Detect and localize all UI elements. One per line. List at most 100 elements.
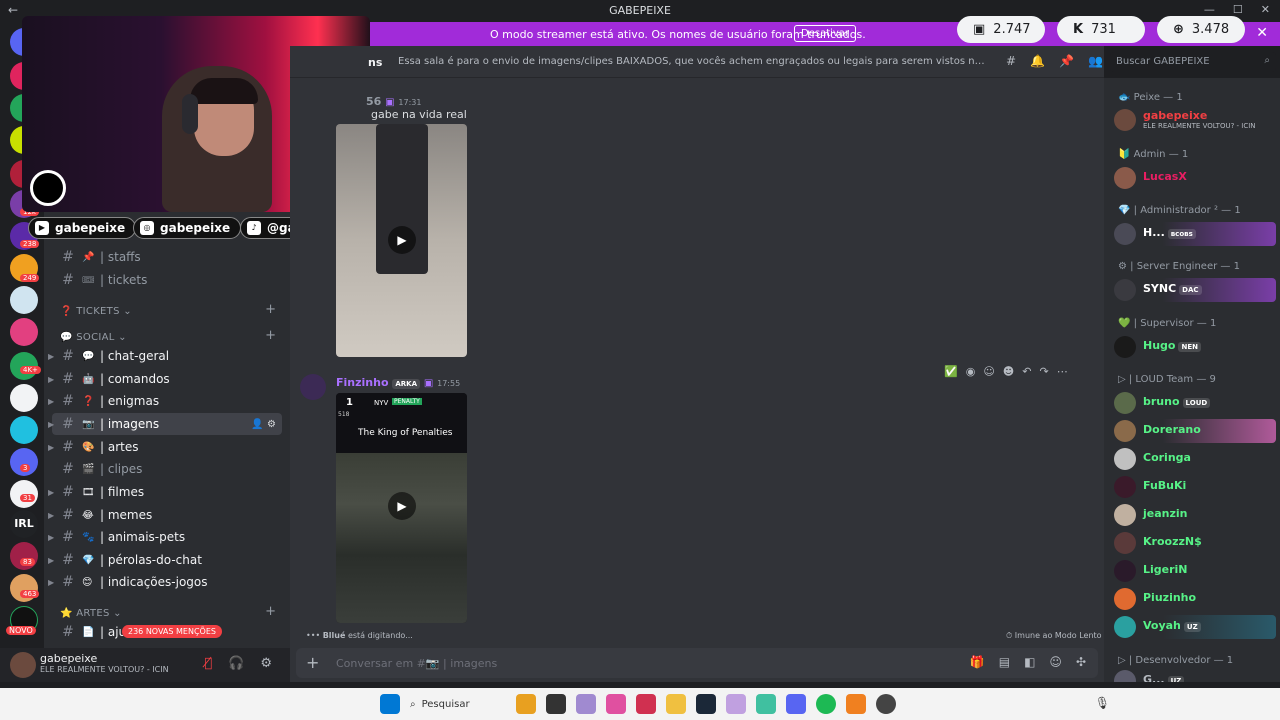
play-icon[interactable]: ▶ bbox=[388, 492, 416, 520]
member-name: FuBuKi bbox=[1143, 479, 1187, 492]
category-tickets[interactable]: ❓ TICKETS ⌄ bbox=[60, 306, 132, 317]
attach-plus-icon[interactable]: + bbox=[306, 653, 319, 672]
avatar[interactable] bbox=[10, 652, 36, 678]
reaction-check-icon[interactable]: ✅ bbox=[944, 365, 958, 378]
channel-memes[interactable]: ▶ # 😂 | memes bbox=[48, 504, 282, 526]
member-item[interactable]: H... ʙᴄᴏʙs bbox=[1114, 222, 1276, 246]
gear-icon[interactable]: ⚙ bbox=[267, 419, 276, 430]
user-settings-gear-icon[interactable]: ⚙ bbox=[260, 656, 272, 671]
app-icon[interactable] bbox=[546, 694, 566, 714]
category-artes[interactable]: ⭐ ARTES ⌄ bbox=[60, 608, 122, 619]
irl-server-icon[interactable]: IRL bbox=[10, 510, 38, 538]
close-window-icon[interactable]: ✕ bbox=[1261, 3, 1270, 16]
member-item[interactable]: Hugo NEN bbox=[1114, 335, 1276, 359]
channel-clipes[interactable]: # 🎬 | clipes bbox=[52, 458, 282, 480]
minimize-icon[interactable]: — bbox=[1204, 3, 1215, 16]
windows-start-icon[interactable] bbox=[380, 694, 400, 714]
reply-icon[interactable]: ↶ bbox=[1022, 365, 1031, 378]
channel-indicacoes-jogos[interactable]: ▶ # 😊 | indicações-jogos bbox=[48, 571, 282, 593]
channel-artes[interactable]: ▶ # 🎨 | artes bbox=[48, 436, 282, 458]
channel-chat-geral[interactable]: ▶ # 💬 | chat-geral bbox=[48, 345, 282, 367]
member-item[interactable]: LigeriN bbox=[1114, 559, 1276, 583]
message-author[interactable]: Finzinho bbox=[336, 376, 389, 389]
member-item[interactable]: gabepeixe ELE REALMENTE VOLTOU? - ICIN bbox=[1114, 108, 1276, 132]
play-icon[interactable]: ▶ bbox=[388, 226, 416, 254]
taskbar-search[interactable]: ⌕ Pesquisar bbox=[410, 699, 506, 710]
reaction-icon[interactable]: ☺ bbox=[983, 365, 994, 378]
message-author[interactable]: 56 bbox=[366, 95, 381, 108]
channel-label: | comandos bbox=[100, 372, 170, 386]
server-icon[interactable] bbox=[10, 384, 38, 412]
server-icon[interactable] bbox=[10, 416, 38, 444]
obs-icon[interactable] bbox=[876, 694, 896, 714]
app-icon[interactable] bbox=[846, 694, 866, 714]
reaction-icon[interactable]: ◉ bbox=[966, 365, 976, 378]
avatar[interactable] bbox=[300, 374, 326, 400]
channel-topic[interactable]: Essa sala é para o envio de imagens/clip… bbox=[398, 56, 988, 67]
discord-icon[interactable] bbox=[786, 694, 806, 714]
channel-animais-pets[interactable]: ▶ # 🐾 | animais-pets bbox=[48, 526, 282, 548]
bell-icon[interactable]: 🔔 bbox=[1030, 54, 1045, 68]
role-header: 🐟 Peixe — 1 bbox=[1118, 92, 1183, 103]
channel-filmes[interactable]: ▶ # 🎞 | filmes bbox=[48, 481, 282, 503]
more-icon[interactable]: ⋯ bbox=[1057, 365, 1068, 378]
member-item[interactable]: Dorerano bbox=[1114, 419, 1276, 443]
member-item[interactable]: jeanzin bbox=[1114, 503, 1276, 527]
member-item[interactable]: SYNC DAC bbox=[1114, 278, 1276, 302]
microphone-icon[interactable]: 🎙 bbox=[1095, 696, 1110, 710]
sticker-icon[interactable]: ◧ bbox=[1024, 655, 1035, 669]
add-channel-icon[interactable]: + bbox=[265, 604, 276, 619]
video-attachment[interactable]: 1 NYV PENALTY 518 The King of Penalties … bbox=[336, 393, 467, 623]
member-item[interactable]: bruno LOUD bbox=[1114, 391, 1276, 415]
spotify-icon[interactable] bbox=[816, 694, 836, 714]
server-icon[interactable] bbox=[10, 318, 38, 346]
member-item[interactable]: Coringa bbox=[1114, 447, 1276, 471]
opera-icon[interactable] bbox=[636, 694, 656, 714]
message-composer[interactable]: + Conversar em #📷 | imagens 🎁 ▤ ◧ ☺ ✣ bbox=[296, 648, 1098, 678]
handle-label: gabepeixe bbox=[160, 221, 231, 235]
gif-icon[interactable]: ▤ bbox=[999, 655, 1010, 669]
add-channel-icon[interactable]: + bbox=[265, 302, 276, 317]
disable-streamer-button[interactable]: Desativar bbox=[794, 25, 857, 42]
pin-icon[interactable]: 📌 bbox=[1059, 54, 1074, 68]
channel-tickets[interactable]: # 🎟 | tickets bbox=[52, 269, 282, 291]
member-item[interactable]: FuBuKi bbox=[1114, 475, 1276, 499]
app-icon[interactable] bbox=[606, 694, 626, 714]
channel-imagens[interactable]: ▶ # 📷 | imagens 👤 ⚙ bbox=[48, 413, 282, 435]
app-icon[interactable] bbox=[726, 694, 746, 714]
member-item[interactable]: Voyah UZ bbox=[1114, 615, 1276, 639]
emoji-icon[interactable]: ☺ bbox=[1049, 655, 1062, 669]
video-attachment[interactable]: ▶ bbox=[336, 124, 467, 357]
new-mentions-pill[interactable]: 236 NOVAS MENÇÕES bbox=[122, 625, 222, 638]
members-icon[interactable]: 👥 bbox=[1088, 54, 1103, 68]
add-reaction-icon[interactable]: ☻ bbox=[1003, 365, 1014, 378]
app-icon[interactable] bbox=[576, 694, 596, 714]
member-name: gabepeixe bbox=[1143, 109, 1208, 122]
folder-icon[interactable] bbox=[666, 694, 686, 714]
member-item[interactable]: LucasX bbox=[1114, 166, 1276, 190]
channel-enigmas[interactable]: ▶ # ❓ | enigmas bbox=[48, 390, 282, 412]
member-item[interactable]: Piuzinho bbox=[1114, 587, 1276, 611]
user-panel: gabepeixe ELE REALMENTE VOLTOU? - ICIN 🎙… bbox=[0, 648, 290, 682]
channel-perolas-do-chat[interactable]: ▶ # 💎 | pérolas-do-chat bbox=[48, 549, 282, 571]
category-social[interactable]: 💬 SOCIAL ⌄ bbox=[60, 332, 127, 343]
gift-icon[interactable]: 🎁 bbox=[970, 655, 985, 669]
search-input[interactable]: Buscar GABEPEIXE ⌕ bbox=[1110, 52, 1276, 72]
channel-comandos[interactable]: ▶ # 🤖 | comandos bbox=[48, 368, 282, 390]
member-item[interactable]: G... UZ bbox=[1114, 669, 1276, 682]
headphones-icon[interactable]: 🎧 bbox=[228, 656, 244, 671]
server-icon[interactable] bbox=[10, 286, 38, 314]
forward-icon[interactable]: ↷ bbox=[1039, 365, 1048, 378]
mute-mic-icon[interactable]: 🎙̸ bbox=[204, 656, 212, 671]
maximize-icon[interactable]: ☐ bbox=[1233, 3, 1243, 16]
add-channel-icon[interactable]: + bbox=[265, 328, 276, 343]
channel-staffs[interactable]: # 📌 | staffs bbox=[52, 246, 282, 268]
app-icon[interactable] bbox=[516, 694, 536, 714]
app-icon[interactable] bbox=[756, 694, 776, 714]
threads-icon[interactable]: # bbox=[1006, 54, 1016, 68]
apps-icon[interactable]: ✣ bbox=[1076, 655, 1086, 669]
member-item[interactable]: KroozzN$ bbox=[1114, 531, 1276, 555]
steam-icon[interactable] bbox=[696, 694, 716, 714]
invite-icon[interactable]: 👤 bbox=[251, 419, 263, 430]
close-banner-icon[interactable]: ✕ bbox=[1256, 25, 1268, 41]
